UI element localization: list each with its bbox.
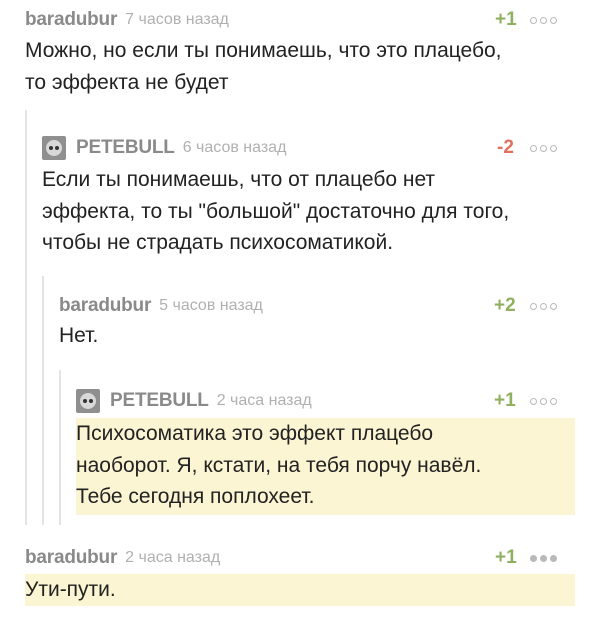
comment-text-line: Если ты понимаешь, что от плацебо нет [42, 168, 436, 191]
comment-body: Можно, но если ты понимаешь, что это пла… [25, 35, 575, 98]
more-options-icon[interactable] [530, 136, 557, 160]
username[interactable]: baradubur [25, 9, 117, 31]
username[interactable]: baradubur [59, 295, 151, 317]
comment-body: Психосоматика это эффект плацебо наоборо… [76, 418, 575, 515]
comment-text-line: эффекта, то ты "большой" достаточно для … [42, 199, 510, 223]
rating: +1 [495, 547, 517, 568]
username[interactable]: PETEBULL [76, 137, 175, 159]
comment-text-line: Можно, но если ты понимаешь, что это пла… [25, 39, 502, 62]
comment-text-line: Нет. [59, 324, 99, 347]
comment: baradubur 5 часов назад +2 Нет. [59, 294, 575, 358]
rating: +1 [495, 9, 517, 30]
comment: PETEBULL 6 часов назад -2 Если ты понима… [42, 136, 575, 266]
username[interactable]: PETEBULL [110, 390, 209, 412]
timestamp[interactable]: 6 часов назад [183, 139, 287, 157]
rating: -2 [497, 137, 514, 158]
user-avatar-icon[interactable] [42, 136, 66, 160]
timestamp[interactable]: 5 часов назад [159, 297, 263, 315]
comment-text-line: наоборот. Я, кстати, на тебя порчу навёл… [76, 453, 482, 477]
comment-body: Нет. [59, 320, 575, 352]
thread-line-level-1 [25, 110, 27, 525]
comment: baradubur 7 часов назад +1 Можно, но есл… [25, 8, 575, 108]
rating: +2 [494, 295, 516, 316]
timestamp[interactable]: 2 часа назад [125, 549, 220, 567]
more-options-icon[interactable] [530, 389, 557, 413]
comment-header: baradubur 7 часов назад [25, 8, 575, 32]
comment-header: baradubur 2 часа назад [25, 546, 575, 570]
rating: +1 [494, 390, 516, 411]
comment-text-line: Психосоматика это эффект плацебо [76, 422, 434, 445]
comment-text-line: Ути-пути. [25, 578, 116, 601]
more-options-icon[interactable] [530, 8, 557, 32]
timestamp[interactable]: 7 часов назад [125, 11, 229, 29]
thread-line-level-3 [59, 370, 61, 525]
username[interactable]: baradubur [25, 547, 117, 569]
comment-body: Ути-пути. [25, 574, 575, 606]
comment-body: Если ты понимаешь, что от плацебо нет эф… [42, 164, 575, 259]
comment: baradubur 2 часа назад +1 Ути-пути. [25, 546, 575, 608]
comment-text-line: чтобы не страдать психосоматикой. [42, 231, 394, 254]
comment-text-line: Тебе сегодня поплохеет. [76, 485, 315, 508]
more-options-icon[interactable] [530, 294, 557, 318]
timestamp[interactable]: 2 часа назад [217, 392, 312, 410]
user-avatar-icon[interactable] [76, 389, 100, 413]
comment-text-line: то эффекта не будет [25, 70, 229, 94]
comment: PETEBULL 2 часа назад +1 Психосоматика э… [76, 389, 575, 515]
comment-header: PETEBULL 6 часов назад [42, 136, 575, 160]
more-options-icon[interactable] [530, 546, 557, 570]
thread-line-level-2 [42, 276, 44, 525]
